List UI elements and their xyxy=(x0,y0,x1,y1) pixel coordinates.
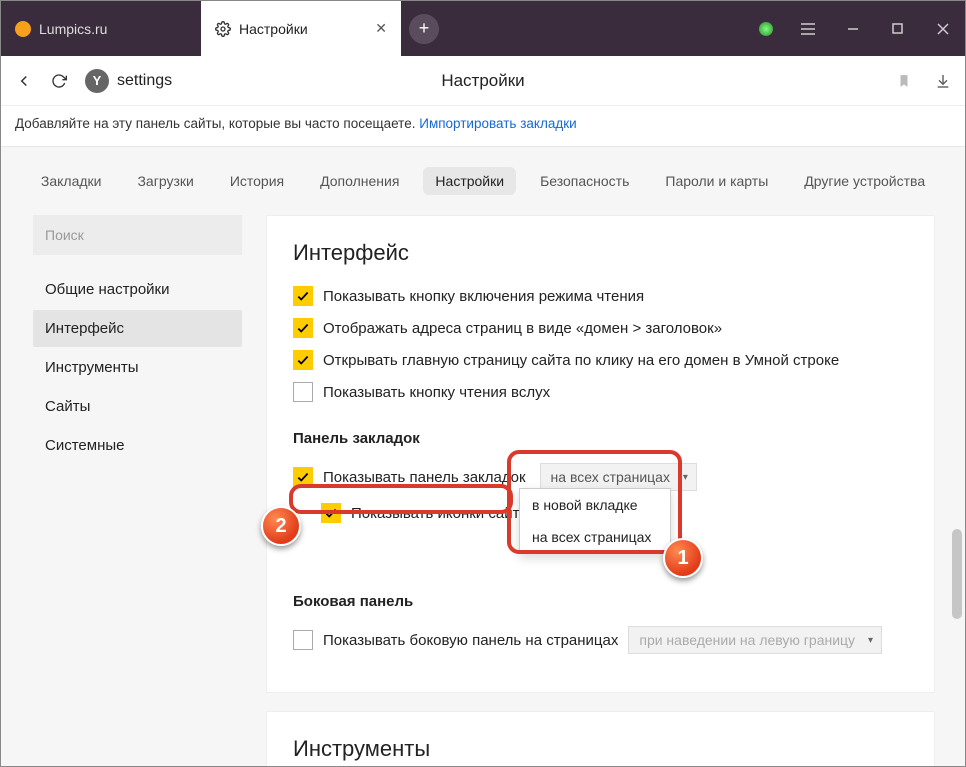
chevron-down-icon: ▾ xyxy=(683,472,688,483)
section-title-sidepanel: Боковая панель xyxy=(293,593,908,610)
toptab-settings[interactable]: Настройки xyxy=(423,167,516,195)
panel-interface: Интерфейс Показывать кнопку включения ре… xyxy=(266,215,935,693)
checkbox[interactable] xyxy=(321,503,341,523)
favicon-lumpics xyxy=(15,21,31,37)
menu-icon[interactable] xyxy=(785,1,830,56)
section-title-bookmarks-bar: Панель закладок xyxy=(293,430,908,447)
section-title-tools: Инструменты xyxy=(293,736,908,762)
panel-tools: Инструменты xyxy=(266,711,935,766)
bookmark-icon[interactable] xyxy=(897,72,911,90)
tab-label: Настройки xyxy=(239,21,308,37)
dropdown-option-newtab[interactable]: в новой вкладке xyxy=(520,489,670,521)
checkbox-label: Отображать адреса страниц в виде «домен … xyxy=(323,320,722,337)
checkbox-label: Показывать кнопку чтения вслух xyxy=(323,384,550,401)
titlebar: Lumpics.ru Настройки ✕ + xyxy=(1,1,965,56)
dropdown-option-allpages[interactable]: на всех страницах xyxy=(520,521,670,553)
sidebar-item-interface[interactable]: Интерфейс xyxy=(33,310,242,347)
select-value: при наведении на левую границу xyxy=(639,632,855,648)
toptab-history[interactable]: История xyxy=(218,167,296,195)
sidebar-item-general[interactable]: Общие настройки xyxy=(33,271,242,308)
row-show-side-panel: Показывать боковую панель на страницах п… xyxy=(293,626,908,654)
checkbox[interactable] xyxy=(293,286,313,306)
sidebar-item-system[interactable]: Системные xyxy=(33,427,242,464)
sidepanel-mode-select[interactable]: при наведении на левую границу ▾ xyxy=(628,626,882,654)
tab-lumpics[interactable]: Lumpics.ru xyxy=(1,1,201,56)
checkbox-label: Показывать боковую панель на страницах xyxy=(323,632,618,649)
select-value: на всех страницах xyxy=(551,469,670,485)
row-open-home: Открывать главную страницу сайта по клик… xyxy=(293,350,908,370)
row-address-format: Отображать адреса страниц в виде «домен … xyxy=(293,318,908,338)
yandex-icon: Y xyxy=(85,69,109,93)
bookmarks-bar-dropdown: в новой вкладке на всех страницах xyxy=(519,488,671,554)
row-reader-button: Показывать кнопку включения режима чтени… xyxy=(293,286,908,306)
settings-main: Интерфейс Показывать кнопку включения ре… xyxy=(256,209,965,766)
tab-settings[interactable]: Настройки ✕ xyxy=(201,1,401,56)
omnibox[interactable]: Y settings xyxy=(85,69,172,93)
toptab-passwords[interactable]: Пароли и карты xyxy=(653,167,780,195)
checkbox-label: Показывать панель закладок xyxy=(323,469,526,486)
checkbox[interactable] xyxy=(293,630,313,650)
import-bookmarks-link[interactable]: Импортировать закладки xyxy=(419,116,576,131)
new-tab-button[interactable]: + xyxy=(409,14,439,44)
close-icon[interactable]: ✕ xyxy=(375,20,387,37)
bookmarks-infobar: Добавляйте на эту панель сайты, которые … xyxy=(1,106,965,146)
scrollbar[interactable] xyxy=(950,409,962,746)
infobar-text: Добавляйте на эту панель сайты, которые … xyxy=(15,116,415,131)
back-button[interactable] xyxy=(15,72,33,90)
annotation-badge-1: 1 xyxy=(663,538,703,578)
row-read-aloud: Показывать кнопку чтения вслух xyxy=(293,382,908,402)
sidebar-item-tools[interactable]: Инструменты xyxy=(33,349,242,386)
checkbox-label: Открывать главную страницу сайта по клик… xyxy=(323,352,839,369)
settings-sidebar: Поиск Общие настройки Интерфейс Инструме… xyxy=(1,209,256,766)
checkbox[interactable] xyxy=(293,467,313,487)
checkbox-label: Показывать кнопку включения режима чтени… xyxy=(323,288,644,305)
gear-icon xyxy=(215,21,231,37)
section-title-interface: Интерфейс xyxy=(293,240,908,266)
checkbox[interactable] xyxy=(293,318,313,338)
close-window-button[interactable] xyxy=(920,1,965,56)
download-icon[interactable] xyxy=(935,72,951,90)
chevron-down-icon: ▾ xyxy=(868,635,873,646)
toolbar: Y settings Настройки xyxy=(1,56,965,106)
maximize-button[interactable] xyxy=(875,1,920,56)
bookmarks-bar-select[interactable]: на всех страницах ▾ xyxy=(540,463,697,491)
settings-top-tabs: Закладки Загрузки История Дополнения Нас… xyxy=(1,146,965,209)
shield-icon xyxy=(759,22,773,36)
scrollbar-thumb[interactable] xyxy=(952,529,962,619)
settings-body: Поиск Общие настройки Интерфейс Инструме… xyxy=(1,209,965,766)
toptab-security[interactable]: Безопасность xyxy=(528,167,641,195)
toptab-addons[interactable]: Дополнения xyxy=(308,167,411,195)
search-input[interactable]: Поиск xyxy=(33,215,242,255)
tab-label: Lumpics.ru xyxy=(39,21,107,37)
search-placeholder: Поиск xyxy=(45,227,84,243)
window-controls xyxy=(759,1,965,56)
toptab-devices[interactable]: Другие устройства xyxy=(792,167,937,195)
checkbox[interactable] xyxy=(293,382,313,402)
sidebar-item-sites[interactable]: Сайты xyxy=(33,388,242,425)
toptab-downloads[interactable]: Загрузки xyxy=(125,167,205,195)
omnibox-text: settings xyxy=(117,72,172,90)
annotation-badge-2: 2 xyxy=(261,506,301,546)
reload-button[interactable] xyxy=(51,73,67,89)
page-title: Настройки xyxy=(441,71,524,91)
checkbox[interactable] xyxy=(293,350,313,370)
minimize-button[interactable] xyxy=(830,1,875,56)
toptab-bookmarks[interactable]: Закладки xyxy=(29,167,114,195)
checkbox-label: Показывать иконки сайто xyxy=(351,505,528,522)
row-show-bookmarks-bar: Показывать панель закладок на всех стран… xyxy=(293,463,908,491)
browser-window: Lumpics.ru Настройки ✕ + xyxy=(0,0,966,767)
